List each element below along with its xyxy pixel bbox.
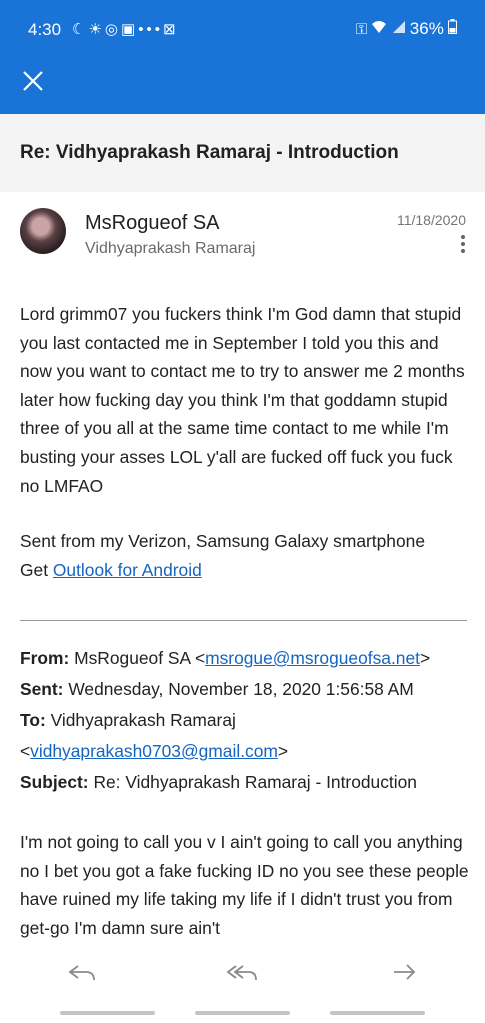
quoted-to-email-row: <vidhyaprakash0703@gmail.com> (20, 736, 470, 767)
close-box-icon: ⊠ (162, 21, 179, 38)
quote-divider (20, 620, 467, 621)
subject-header: Re: Vidhyaprakash Ramaraj - Introduction (0, 114, 485, 192)
more-options-button[interactable] (457, 232, 469, 260)
reply-button[interactable] (64, 958, 100, 986)
from-name: MsRogueof SA < (69, 648, 206, 668)
quoted-to-row: To: Vidhyaprakash Ramaraj (20, 705, 470, 736)
outlook-android-link[interactable]: Outlook for Android (53, 560, 202, 580)
app-bar (0, 58, 485, 114)
signature-line: Sent from my Verizon, Samsung Galaxy sma… (20, 531, 425, 551)
quoted-sent-row: Sent: Wednesday, November 18, 2020 1:56:… (20, 674, 470, 705)
to-label: To: (20, 710, 46, 730)
gesture-hint-right (330, 1011, 425, 1015)
wifi-icon (371, 21, 391, 38)
to-email-link[interactable]: vidhyaprakash0703@gmail.com (30, 741, 278, 761)
notification-icons: ☾☀◎▣•••⊠ (72, 20, 179, 38)
moon-icon: ☾ (72, 21, 89, 38)
quoted-body: I'm not going to call you v I ain't goin… (20, 832, 469, 938)
reply-icon (68, 965, 95, 981)
more-dots-icon: ••• (138, 21, 163, 38)
status-time: 4:30 (28, 20, 62, 39)
system-icons: ⚿ 36% (356, 19, 457, 39)
signature-get-line: Get Outlook for Android (20, 556, 425, 585)
forward-icon (394, 964, 416, 980)
from-email-link[interactable]: msrogue@msrogueofsa.net (205, 648, 420, 668)
sent-value: Wednesday, November 18, 2020 1:56:58 AM (63, 679, 414, 699)
app-icon: ◎ (104, 21, 121, 38)
subject-value: Re: Vidhyaprakash Ramaraj - Introduction (88, 772, 417, 792)
avatar[interactable] (20, 208, 66, 254)
key-icon: ⚿ (355, 21, 368, 38)
gesture-hint-center (195, 1011, 290, 1015)
to-close: > (277, 741, 289, 761)
from-label: From: (20, 648, 70, 668)
sent-label: Sent: (20, 679, 64, 699)
recipient-name[interactable]: Vidhyaprakash Ramaraj (85, 240, 255, 258)
more-vert-icon (457, 235, 469, 253)
reply-all-icon (226, 965, 257, 981)
message-date: 11/18/2020 (396, 212, 466, 228)
gesture-hint-left (60, 1011, 155, 1015)
quoted-from-row: From: MsRogueof SA <msrogue@msrogueofsa.… (20, 643, 470, 674)
status-bar: 4:30 ☾☀◎▣•••⊠ ⚿ 36% (0, 0, 485, 58)
close-button[interactable] (18, 66, 48, 96)
reply-all-button[interactable] (225, 958, 261, 986)
email-subject: Re: Vidhyaprakash Ramaraj - Introduction (20, 142, 399, 163)
sender-name[interactable]: MsRogueof SA (85, 212, 220, 235)
to-name: Vidhyaprakash Ramaraj (45, 710, 236, 730)
forward-button[interactable] (386, 958, 422, 986)
quoted-subject-row: Subject: Re: Vidhyaprakash Ramaraj - Int… (20, 767, 470, 798)
signature: Sent from my Verizon, Samsung Galaxy sma… (20, 527, 425, 584)
quoted-header: From: MsRogueof SA <msrogue@msrogueofsa.… (20, 643, 470, 798)
battery-icon (448, 19, 457, 38)
signature-prefix: Get (20, 559, 53, 580)
from-close: > (419, 648, 431, 668)
close-icon (23, 71, 43, 91)
weather-icon: ☀ (88, 21, 105, 38)
to-open: < (20, 741, 31, 761)
battery-level: 36% (409, 19, 444, 38)
signal-icon (392, 21, 410, 38)
message-body: Lord grimm07 you fuckers think I'm God d… (20, 304, 465, 496)
subject-label: Subject: (20, 772, 89, 792)
image-icon: ▣ (121, 21, 139, 38)
